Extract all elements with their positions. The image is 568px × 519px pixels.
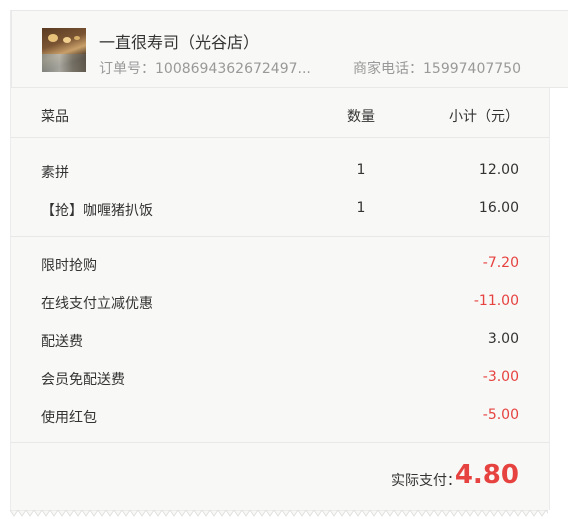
fee-amount: -3.00 [482,369,519,385]
table-row: 【抢】咖喱猪扒饭 1 16.00 [11,197,549,221]
item-subtotal: 16.00 [478,200,519,216]
order-receipt: 一直很寿司（光谷店） 订单号：1008694362672497... 商家电话：… [10,10,568,510]
shop-name: 一直很寿司（光谷店） [99,33,260,52]
total-section: 实际支付： 4.80 [11,442,549,510]
item-name: 素拼 [41,165,69,181]
table-row: 素拼 1 12.00 [11,159,549,183]
item-name: 【抢】咖喱猪扒饭 [41,203,153,219]
fee-name: 在线支付立减优惠 [41,296,153,312]
fee-row: 使用红包 -5.00 [11,404,549,428]
total-amount: 4.80 [454,460,519,490]
shop-photo [42,28,86,72]
section-divider [11,236,549,237]
fee-name: 会员免配送费 [41,372,125,388]
fee-name: 限时抢购 [41,258,97,274]
fee-name: 使用红包 [41,410,97,426]
item-qty: 1 [356,162,366,178]
fee-amount: 3.00 [487,331,519,347]
fee-name: 配送费 [41,334,83,350]
fee-row: 在线支付立减优惠 -11.00 [11,290,549,314]
column-header-name: 菜品 [41,109,69,125]
fee-amount: -7.20 [482,255,519,271]
table-header: 菜品 数量 小计（元） [11,88,549,138]
column-header-subtotal: 小计（元） [449,109,519,125]
total-label: 实际支付： [391,473,461,489]
fee-amount: -5.00 [482,407,519,423]
shop-header: 一直很寿司（光谷店） 订单号：1008694362672497... 商家电话：… [11,10,568,88]
fee-amount: -11.00 [473,293,519,309]
fee-row: 限时抢购 -7.20 [11,252,549,276]
receipt-zigzag-edge [10,510,548,517]
order-number: 订单号：1008694362672497... [99,61,311,77]
column-header-qty: 数量 [347,109,375,125]
merchant-phone: 商家电话：15997407750 [353,61,521,77]
fee-row: 会员免配送费 -3.00 [11,366,549,390]
item-qty: 1 [356,200,366,216]
item-subtotal: 12.00 [478,162,519,178]
fee-row: 配送费 3.00 [11,328,549,352]
